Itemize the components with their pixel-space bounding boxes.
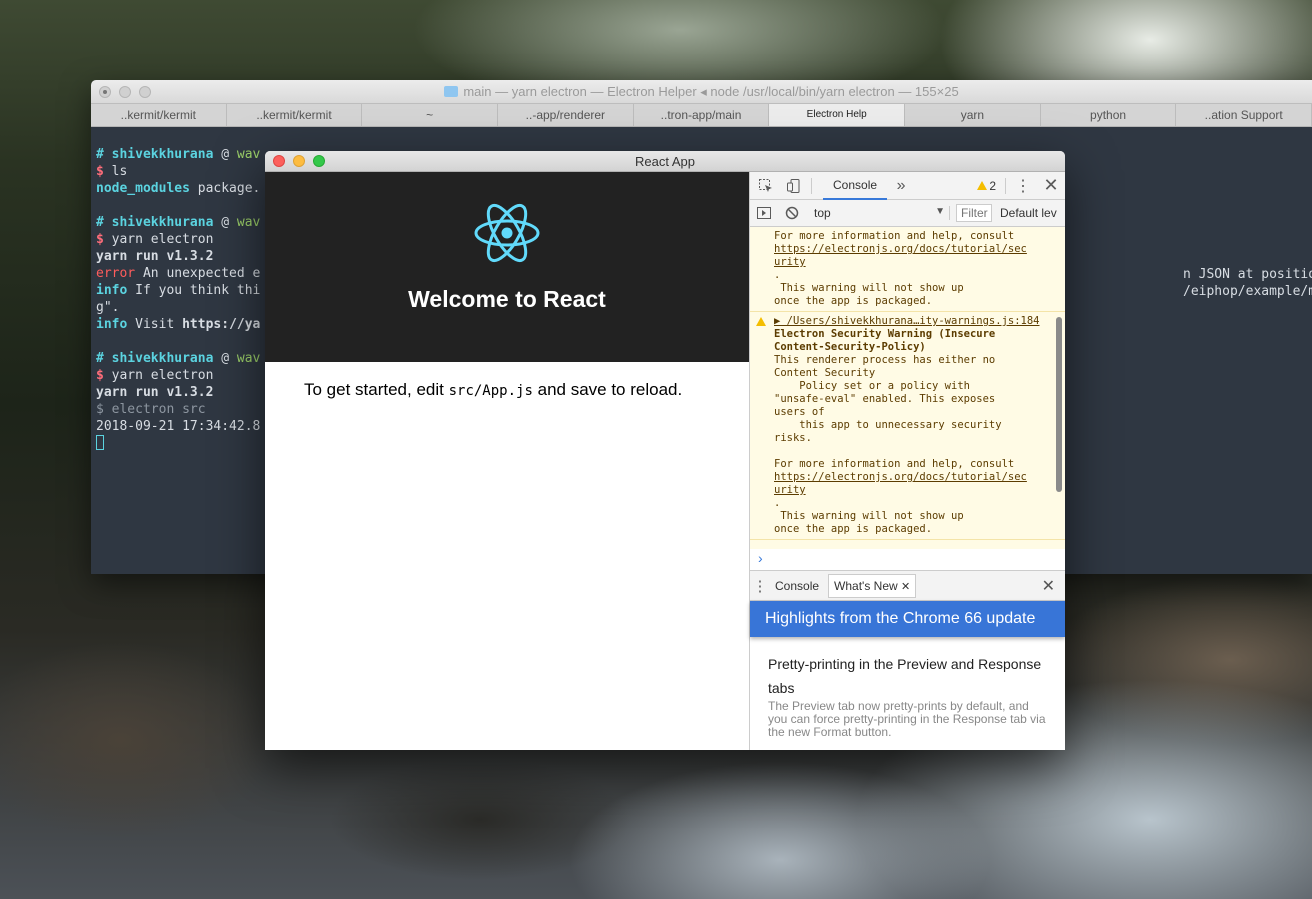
inspect-element-icon[interactable] [752,172,780,200]
react-header: Welcome to React [265,172,749,362]
terminal-tab[interactable]: ..ation Support [1176,104,1312,126]
prompt-chevron-icon: › [758,550,763,566]
drawer-menu-icon[interactable]: ⋮ [750,572,770,600]
react-app: Welcome to React To get started, edit sr… [265,172,749,750]
terminal-tab[interactable]: ..kermit/kermit [91,104,227,126]
tab-console[interactable]: Console [823,172,888,200]
console-text: Content Security [774,367,876,379]
page-title: Welcome to React [408,286,606,312]
console-text: users of [774,406,825,418]
electron-window[interactable]: React App Welcome to React To get starte… [265,151,1065,750]
console-prompt[interactable]: › [750,549,1065,571]
drawer-tab-bar: ⋮ Console What's New ✕ ✕ [750,571,1065,601]
console-text: "unsafe-eval" enabled. This exposes [774,393,996,405]
terminal-tab[interactable]: ..-app/renderer [498,104,634,126]
console-message: ▶ /Users/shivekkhurana…ity-warnings.js:1… [750,312,1065,540]
console-link[interactable]: ▶ /Users/shivekkhurana…ity-warnings.js:1… [774,315,1051,328]
terminal-title: main — yarn electron — Electron Helper ◂… [91,84,1312,100]
console-text: This warning will not show up [774,510,964,522]
terminal-titlebar: main — yarn electron — Electron Helper ◂… [91,80,1312,104]
drawer-tab-console[interactable]: Console [770,575,824,597]
console-link[interactable]: https://electronjs.org/docs/tutorial/sec [774,471,1051,484]
terminal-tab[interactable]: Electron Help [769,104,906,126]
dropdown-arrow-icon: ▼ [935,206,945,217]
console-text: Policy set or a policy with [774,380,970,392]
console-text: once the app is packaged. [774,295,933,307]
terminal-tab[interactable]: yarn [905,104,1041,126]
console-text: Content-Security-Policy) [774,341,926,353]
code-snippet: src/App.js [448,383,533,399]
device-toolbar-icon[interactable] [780,172,808,200]
console-text: This warning will not show up [774,282,964,294]
console-filter-bar: top▼ Default lev [750,200,1065,227]
intro-text: To get started, edit src/App.js and save… [304,380,683,399]
warning-icon [756,317,766,326]
terminal-info-tail: /eiphop/example/main/yarn-error [1183,284,1312,299]
react-logo-icon [474,203,540,263]
whats-new-banner: Highlights from the Chrome 66 update [750,601,1065,637]
terminal-tab[interactable]: ..kermit/kermit [227,104,363,126]
console-text: once the app is packaged. [774,523,933,535]
whats-new-item-title[interactable]: Pretty-printing in the Preview and Respo… [768,652,1047,700]
folder-icon [444,85,459,97]
close-drawer-icon[interactable]: ✕ [1042,576,1055,596]
context-selector[interactable]: top ▼ [810,206,950,220]
log-levels-dropdown[interactable]: Default lev [1000,206,1057,220]
console-link[interactable]: urity [774,256,1051,269]
warning-counter[interactable]: 2 [977,179,996,193]
console-text: For more information and help, consult [774,230,1015,242]
console-text: For more information and help, consult [774,458,1015,470]
whats-new-item-title[interactable]: Previewing HTML content in the Preview [768,749,1047,750]
terminal-tab-bar: ..kermit/kermit ..kermit/kermit ~ ..-app/re… [91,104,1312,127]
terminal-error-tail: n JSON at position 167". [1183,267,1312,282]
drawer-tab-whats-new[interactable]: What's New ✕ [828,573,917,598]
console-text: . [774,497,781,509]
whats-new-content[interactable]: Pretty-printing in the Preview and Respo… [750,642,1065,750]
devtools-toolbar: Console » 2 ⋮ ✕ [750,172,1065,200]
console-scrollbar[interactable] [1056,317,1062,492]
close-devtools-icon[interactable]: ✕ [1037,172,1065,200]
electron-titlebar: React App [265,151,1065,172]
sidebar-toggle-icon[interactable] [750,199,778,227]
whats-new-item-description: The Preview tab now pretty-prints by def… [768,699,1046,739]
terminal-cursor [96,435,104,450]
console-text: This renderer process has either no [774,354,996,366]
terminal-tab[interactable]: ~ [362,104,499,126]
console-text: risks. [774,432,812,444]
console-link[interactable]: https://electronjs.org/docs/tutorial/sec [774,243,1051,256]
clear-console-icon[interactable] [778,199,806,227]
warning-icon [977,181,988,190]
console-text: . [774,269,781,281]
kebab-menu-icon[interactable]: ⋮ [1009,172,1037,200]
console-message: For more information and help, consult ht… [750,227,1065,312]
electron-title: React App [635,153,695,169]
filter-input[interactable] [956,204,992,222]
console-text: this app to unnecessary security [774,419,1002,431]
console-messages[interactable]: For more information and help, consult ht… [750,227,1065,549]
close-tab-icon[interactable]: ✕ [901,581,910,593]
more-tabs-icon[interactable]: » [887,172,915,200]
console-link[interactable]: urity [774,484,1051,497]
terminal-tab[interactable]: ..tron-app/main [634,104,770,126]
terminal-tab[interactable]: python [1041,104,1177,126]
console-text: Electron Security Warning (Insecure [774,328,996,340]
devtools-panel[interactable]: Console » 2 ⋮ ✕ top▼ Default lev For mor… [749,172,1065,750]
console-text [774,445,1051,458]
